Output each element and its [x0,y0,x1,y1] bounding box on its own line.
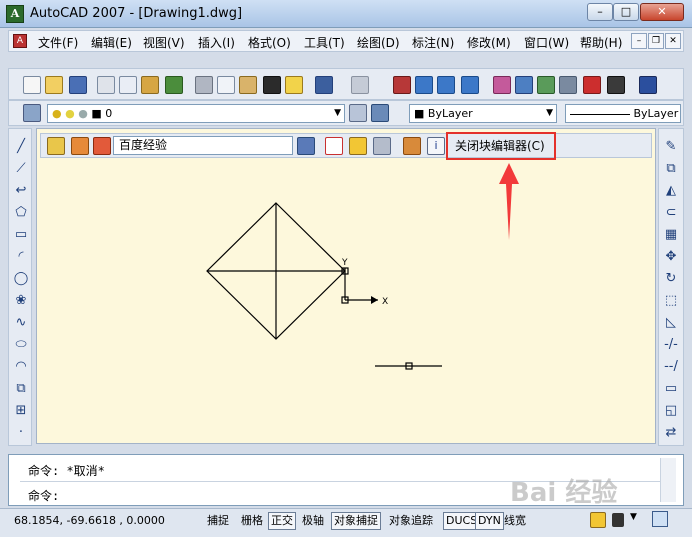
clean-screen-icon[interactable] [652,511,668,527]
lock-toolbar-icon[interactable] [612,513,624,527]
status-menu-arrow-icon[interactable]: ▼ [630,512,637,522]
baidu-watermark: Bai 经验 [510,478,618,508]
dyn-toggle[interactable]: DYN [475,512,504,530]
ucs-x-arrowhead [371,296,378,304]
object-snap-toggle[interactable]: 对象捕捉 [331,512,381,530]
polar-toggle[interactable]: 极轴 [299,512,327,530]
coordinate-readout: 68.1854, -69.6618 , 0.0000 [14,514,165,527]
ortho-toggle[interactable]: 正交 [268,512,296,530]
red-annotation-arrow [499,163,519,240]
grid-toggle[interactable]: 栅格 [238,512,266,530]
ucs-x-label: X [382,297,388,307]
lineweight-toggle[interactable]: 线宽 [501,512,529,530]
command-scrollbar[interactable] [660,458,676,502]
snap-toggle[interactable]: 捕捉 [204,512,232,530]
ucs-y-label: Y [341,258,348,268]
warning-icon[interactable] [590,512,606,528]
object-track-toggle[interactable]: 对象追踪 [386,512,436,530]
command-history-line: 命令: *取消* [28,464,105,478]
command-input-line[interactable]: 命令: [28,487,59,504]
